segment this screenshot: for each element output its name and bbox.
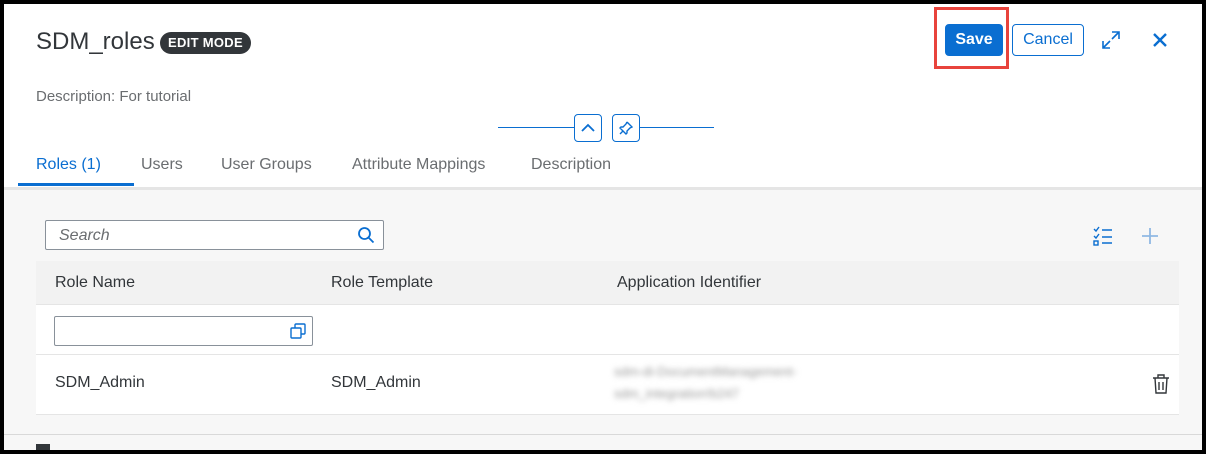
column-role-name: Role Name <box>55 274 136 291</box>
tab-users[interactable]: Users <box>141 156 183 174</box>
close-icon[interactable] <box>1146 26 1174 54</box>
save-button[interactable]: Save <box>945 24 1003 56</box>
chevron-up-icon <box>581 123 595 132</box>
tab-user-groups[interactable]: User Groups <box>221 156 312 174</box>
collapse-header-button[interactable] <box>574 114 602 142</box>
app-id-line2: sdm_integration!b247 <box>614 386 740 401</box>
page-description: Description: For tutorial <box>36 88 192 105</box>
tab-bar: Roles (1) Users User Groups Attribute Ma… <box>4 148 1202 190</box>
edit-mode-badge: EDIT MODE <box>160 32 251 54</box>
tab-description[interactable]: Description <box>531 156 611 174</box>
search-input[interactable]: Search <box>45 220 384 250</box>
collapse-divider-right <box>640 127 714 128</box>
tab-attribute-mappings[interactable]: Attribute Mappings <box>352 156 485 174</box>
cancel-button[interactable]: Cancel <box>1012 24 1084 56</box>
expand-icon[interactable] <box>1097 26 1125 54</box>
multi-select-icon[interactable] <box>1091 224 1115 248</box>
column-role-template: Role Template <box>331 274 433 291</box>
next-section-heading-stub <box>36 444 50 450</box>
cell-role-name: SDM_Admin <box>55 374 145 391</box>
table-header: Role Name Role Template Application Iden… <box>36 261 1179 305</box>
pin-icon <box>619 121 633 135</box>
search-placeholder: Search <box>59 227 110 244</box>
search-icon[interactable] <box>357 226 375 249</box>
tab-roles[interactable]: Roles (1) <box>36 156 101 174</box>
add-icon[interactable] <box>1138 224 1162 248</box>
column-application-identifier: Application Identifier <box>617 274 762 291</box>
pin-header-button[interactable] <box>612 114 640 142</box>
object-page: SDM_roles EDIT MODE Save Cancel Descript… <box>4 4 1202 450</box>
role-name-input[interactable] <box>54 316 313 346</box>
filter-row <box>36 305 1179 355</box>
collapse-divider-left <box>498 127 574 128</box>
value-help-icon[interactable] <box>288 321 308 341</box>
cell-role-template: SDM_Admin <box>331 374 421 391</box>
app-id-line1: sdm-di-DocumentManagement- <box>614 364 797 379</box>
active-tab-indicator <box>18 183 134 186</box>
trash-icon[interactable] <box>1151 373 1171 395</box>
cell-application-identifier: sdm-di-DocumentManagement- sdm_integrati… <box>614 361 874 405</box>
table-row[interactable]: SDM_Admin SDM_Admin sdm-di-DocumentManag… <box>36 355 1179 415</box>
section-divider <box>4 434 1202 435</box>
page-title: SDM_roles <box>36 28 155 55</box>
